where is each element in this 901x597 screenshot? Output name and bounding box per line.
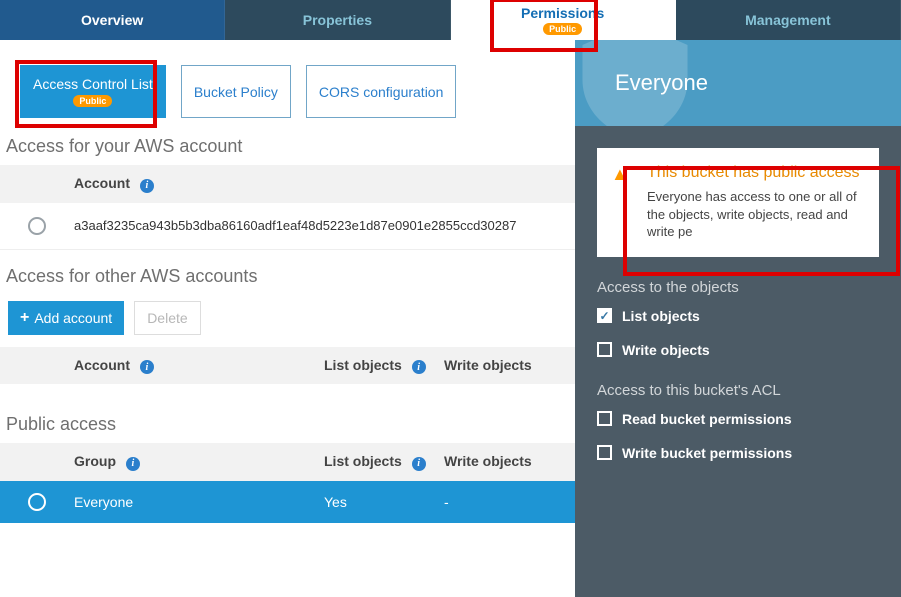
checkbox-read-bucket-label: Read bucket permissions — [622, 411, 792, 427]
main-wrap: Access Control List Public Bucket Policy… — [0, 40, 901, 597]
section-access-acl: Access to this bucket's ACL — [597, 382, 879, 399]
delete-account-button: Delete — [134, 301, 200, 335]
check-list-objects-row[interactable]: List objects — [597, 308, 879, 324]
tab-properties[interactable]: Properties — [225, 0, 450, 40]
tab-permissions[interactable]: Permissions Public — [451, 0, 676, 40]
info-icon[interactable]: i — [140, 179, 154, 193]
check-write-objects-row[interactable]: Write objects — [597, 342, 879, 358]
info-icon[interactable]: i — [126, 457, 140, 471]
pa-col-write-text: Write objects — [444, 453, 532, 469]
tab-management[interactable]: Management — [676, 0, 901, 40]
info-icon[interactable]: i — [140, 360, 154, 374]
warning-title: This bucket has public access — [647, 164, 863, 182]
other-accounts-actions: Add account Delete — [0, 295, 575, 347]
section-title-public-access: Public access — [0, 384, 575, 443]
info-icon[interactable]: i — [412, 360, 426, 374]
tab-overview[interactable]: Overview — [0, 0, 225, 40]
pa-cell-group: Everyone — [74, 494, 324, 510]
subtab-acl[interactable]: Access Control List Public — [20, 65, 166, 118]
subtab-cors-label: CORS configuration — [319, 84, 444, 100]
other-col-list: List objects i — [324, 357, 444, 375]
checkbox-write-objects[interactable] — [597, 342, 612, 357]
checkbox-write-bucket-label: Write bucket permissions — [622, 445, 792, 461]
right-panel-title: Everyone — [615, 70, 708, 95]
section-title-other-accounts: Access for other AWS accounts — [0, 250, 575, 295]
col-account-text: Account — [74, 175, 130, 191]
add-account-button[interactable]: Add account — [8, 301, 124, 335]
other-col-list-text: List objects — [324, 357, 402, 373]
tab-overview-label: Overview — [81, 12, 143, 28]
warning-body: Everyone has access to one or all of the… — [647, 188, 863, 241]
public-badge: Public — [543, 23, 582, 35]
radio-account[interactable] — [28, 217, 46, 235]
col-account-label: Account i — [74, 175, 575, 193]
pa-cell-list: Yes — [324, 494, 444, 510]
check-write-bucket-row[interactable]: Write bucket permissions — [597, 445, 879, 461]
subtab-bucket-policy[interactable]: Bucket Policy — [181, 65, 291, 118]
left-column: Access Control List Public Bucket Policy… — [0, 40, 575, 597]
warning-box: ▲ This bucket has public access Everyone… — [597, 148, 879, 257]
other-col-account: Account i — [74, 357, 324, 375]
pa-cell-write: - — [444, 494, 575, 510]
section-title-your-account: Access for your AWS account — [0, 132, 575, 165]
account-id-value: a3aaf3235ca943b5b3dba86160adf1eaf48d5223… — [74, 218, 516, 233]
other-accounts-header: Account i List objects i Write objects — [0, 347, 575, 385]
checkbox-write-bucket-permissions[interactable] — [597, 445, 612, 460]
public-access-header: Group i List objects i Write objects — [0, 443, 575, 481]
tab-permissions-label: Permissions — [521, 5, 604, 21]
pa-col-group-text: Group — [74, 453, 116, 469]
pa-col-group: Group i — [74, 453, 324, 471]
other-col-account-text: Account — [74, 357, 130, 373]
public-badge-acl: Public — [73, 95, 112, 107]
checkbox-read-bucket-permissions[interactable] — [597, 411, 612, 426]
checkbox-write-objects-label: Write objects — [622, 342, 710, 358]
other-col-write: Write objects — [444, 357, 575, 375]
public-access-row-everyone[interactable]: Everyone Yes - — [0, 481, 575, 523]
warning-icon: ▲ — [611, 164, 629, 185]
right-panel-body: ▲ This bucket has public access Everyone… — [575, 126, 901, 501]
pa-col-list: List objects i — [324, 453, 444, 471]
tab-management-label: Management — [745, 12, 831, 28]
checkbox-list-objects[interactable] — [597, 308, 612, 323]
top-tabs-bar: Overview Properties Permissions Public M… — [0, 0, 901, 40]
section-access-objects: Access to the objects — [597, 279, 879, 296]
subtab-cors[interactable]: CORS configuration — [306, 65, 457, 118]
right-panel: Everyone ▲ This bucket has public access… — [575, 40, 901, 597]
subtab-bucket-policy-label: Bucket Policy — [194, 84, 278, 100]
radio-everyone[interactable] — [28, 493, 46, 511]
info-icon[interactable]: i — [412, 457, 426, 471]
pa-col-write: Write objects — [444, 453, 575, 471]
right-panel-header: Everyone — [575, 40, 901, 126]
checkbox-list-objects-label: List objects — [622, 308, 700, 324]
other-col-write-text: Write objects — [444, 357, 532, 373]
account-table-header: Account i — [0, 165, 575, 203]
check-read-bucket-row[interactable]: Read bucket permissions — [597, 411, 879, 427]
subtab-acl-label: Access Control List — [33, 76, 153, 92]
account-row[interactable]: a3aaf3235ca943b5b3dba86160adf1eaf48d5223… — [0, 203, 575, 250]
sub-tabs: Access Control List Public Bucket Policy… — [0, 40, 575, 132]
pa-col-list-text: List objects — [324, 453, 402, 469]
tab-properties-label: Properties — [303, 12, 372, 28]
